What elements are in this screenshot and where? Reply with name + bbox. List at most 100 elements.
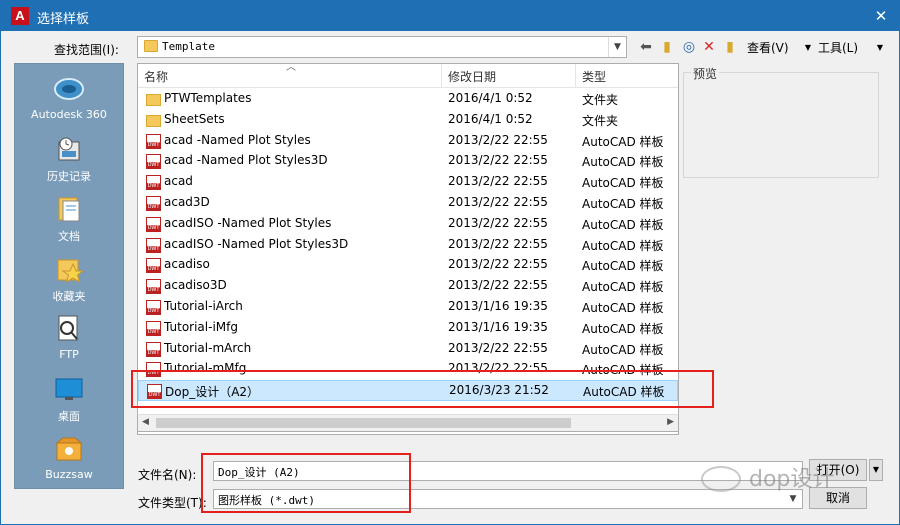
- place-autodesk-360[interactable]: Autodesk 360: [15, 70, 123, 128]
- history-icon: [58, 137, 80, 161]
- scrollbar-thumb[interactable]: [156, 418, 571, 428]
- annotation-highlight-filename-type: [201, 453, 411, 513]
- new-folder-icon[interactable]: ▮: [721, 38, 739, 56]
- close-icon[interactable]: ✕: [871, 6, 891, 26]
- file-list-header: ︿ 名称 修改日期 类型: [138, 64, 678, 88]
- place-desktop[interactable]: 桌面: [15, 370, 123, 428]
- back-icon[interactable]: ⬅: [637, 38, 655, 56]
- file-name: Tutorial-iArch: [164, 299, 243, 313]
- file-row[interactable]: Tutorial-iMfg 2013/1/16 19:35 AutoCAD 样板: [138, 318, 678, 339]
- file-row[interactable]: acadISO -Named Plot Styles3D 2013/2/22 22…: [138, 235, 678, 256]
- place-ftp[interactable]: FTP: [15, 310, 123, 368]
- place-label: Autodesk 360: [31, 108, 107, 121]
- place-label: 桌面: [58, 410, 80, 423]
- place-documents[interactable]: 文档: [15, 190, 123, 248]
- dwt-template-icon: [146, 237, 161, 253]
- delete-icon[interactable]: ✕: [700, 38, 718, 56]
- place-label: 文档: [58, 230, 80, 243]
- scroll-left-icon[interactable]: ◀: [142, 417, 149, 427]
- column-divider[interactable]: [441, 64, 442, 88]
- file-row[interactable]: PTWTemplates 2016/4/1 0:52 文件夹: [138, 89, 678, 110]
- horizontal-scrollbar[interactable]: ◀ ▶: [137, 414, 679, 432]
- file-type: AutoCAD 样板: [582, 134, 664, 149]
- file-row[interactable]: acad -Named Plot Styles 2013/2/22 22:55 Au…: [138, 131, 678, 152]
- dwt-template-icon: [146, 258, 161, 274]
- file-row[interactable]: acad3D 2013/2/22 22:55 AutoCAD 样板: [138, 193, 678, 214]
- file-type: AutoCAD 样板: [582, 280, 664, 295]
- folder-icon: [144, 40, 158, 52]
- annotation-highlight-selected-file: [131, 370, 714, 408]
- sort-ascending-icon: ︿: [286, 63, 296, 73]
- dwt-template-icon: [146, 154, 161, 170]
- file-type: AutoCAD 样板: [582, 342, 664, 357]
- file-name: acad: [164, 174, 193, 189]
- open-dropdown-arrow-icon[interactable]: ▼: [869, 459, 883, 481]
- desktop-icon: [55, 378, 83, 400]
- file-row[interactable]: Tutorial-mArch 2013/2/22 22:55 AutoCAD 样板: [138, 339, 678, 360]
- file-date: 2013/2/22 22:55: [448, 236, 548, 251]
- file-type: AutoCAD 样板: [582, 155, 664, 170]
- file-row[interactable]: acadISO -Named Plot Styles 2013/2/22 22:5…: [138, 214, 678, 235]
- file-name: acad -Named Plot Styles3D: [164, 153, 328, 168]
- lookin-value: Template: [162, 40, 215, 53]
- file-row[interactable]: acadiso 2013/2/22 22:55 AutoCAD 样板: [138, 255, 678, 276]
- place-label: Buzzsaw: [45, 468, 93, 481]
- column-divider[interactable]: [575, 64, 576, 88]
- view-menu[interactable]: 查看(V): [747, 39, 789, 56]
- dwt-template-icon: [146, 133, 161, 149]
- place-history[interactable]: 历史记录: [15, 130, 123, 188]
- scroll-right-icon[interactable]: ▶: [667, 417, 674, 427]
- column-header-type[interactable]: 类型: [582, 68, 606, 85]
- file-name: PTWTemplates: [164, 91, 252, 105]
- places-sidebar: Autodesk 360 历史记录 文档 收藏夹 FTP 桌面 Buzzsaw: [14, 63, 124, 489]
- search-web-icon[interactable]: ◎: [680, 38, 698, 56]
- file-row[interactable]: acad 2013/2/22 22:55 AutoCAD 样板: [138, 172, 678, 193]
- documents-icon: [58, 197, 80, 222]
- file-type: 文件夹: [582, 93, 619, 107]
- file-type: 文件夹: [582, 113, 619, 128]
- dwt-template-icon: [146, 279, 161, 295]
- favorites-icon: [57, 259, 85, 284]
- ftp-icon: [58, 315, 78, 341]
- dwt-template-icon: [146, 341, 161, 357]
- cloud-icon: [54, 78, 84, 100]
- file-date: 2013/2/22 22:55: [448, 215, 548, 230]
- file-date: 2016/4/1 0:52: [448, 111, 533, 126]
- chevron-down-icon[interactable]: ▼: [608, 37, 626, 57]
- folder-icon: [146, 94, 161, 106]
- place-label: 历史记录: [47, 170, 91, 183]
- file-date: 2013/2/22 22:55: [448, 153, 548, 168]
- file-row[interactable]: Tutorial-iArch 2013/1/16 19:35 AutoCAD 样板: [138, 297, 678, 318]
- folder-icon: [146, 114, 161, 127]
- tools-dropdown-arrow-icon[interactable]: ▼: [871, 39, 889, 57]
- watermark-chat-icon: [701, 466, 741, 492]
- select-template-dialog: A 选择样板 ✕ 查找范围(I): Template ▼ ⬅ ▮ ◎ ✕ ▮ 查…: [0, 0, 900, 525]
- filetype-label: 文件类型(T):: [138, 496, 207, 510]
- preview-panel: [683, 72, 879, 178]
- file-name: SheetSets: [164, 111, 225, 126]
- column-header-date[interactable]: 修改日期: [448, 68, 496, 85]
- tools-menu[interactable]: 工具(L): [818, 39, 858, 56]
- view-dropdown-arrow-icon[interactable]: ▼: [799, 39, 817, 57]
- file-date: 2013/2/22 22:55: [448, 174, 548, 189]
- file-date: 2013/2/22 22:55: [448, 278, 548, 293]
- place-buzzsaw[interactable]: Buzzsaw: [15, 430, 123, 488]
- file-date: 2013/2/22 22:55: [448, 340, 548, 355]
- file-row[interactable]: SheetSets 2016/4/1 0:52 文件夹: [138, 110, 678, 131]
- place-label: FTP: [59, 348, 79, 361]
- file-date: 2013/2/22 22:55: [448, 132, 548, 147]
- file-type: AutoCAD 样板: [582, 259, 664, 274]
- place-favorites[interactable]: 收藏夹: [15, 250, 123, 308]
- file-type: AutoCAD 样板: [582, 197, 664, 211]
- file-name: Tutorial-mArch: [164, 340, 252, 355]
- file-row[interactable]: acadiso3D 2013/2/22 22:55 AutoCAD 样板: [138, 276, 678, 297]
- buzzsaw-icon: [55, 437, 83, 461]
- file-type: AutoCAD 样板: [582, 217, 664, 232]
- lookin-label: 查找范围(I):: [54, 43, 119, 57]
- file-row[interactable]: acad -Named Plot Styles3D 2013/2/22 22:55…: [138, 151, 678, 172]
- lookin-dropdown[interactable]: Template ▼: [137, 36, 627, 58]
- file-date: 2016/4/1 0:52: [448, 91, 533, 105]
- column-header-name[interactable]: 名称: [144, 68, 168, 85]
- up-folder-icon[interactable]: ▮: [658, 38, 676, 56]
- file-name: acadISO -Named Plot Styles3D: [164, 236, 349, 251]
